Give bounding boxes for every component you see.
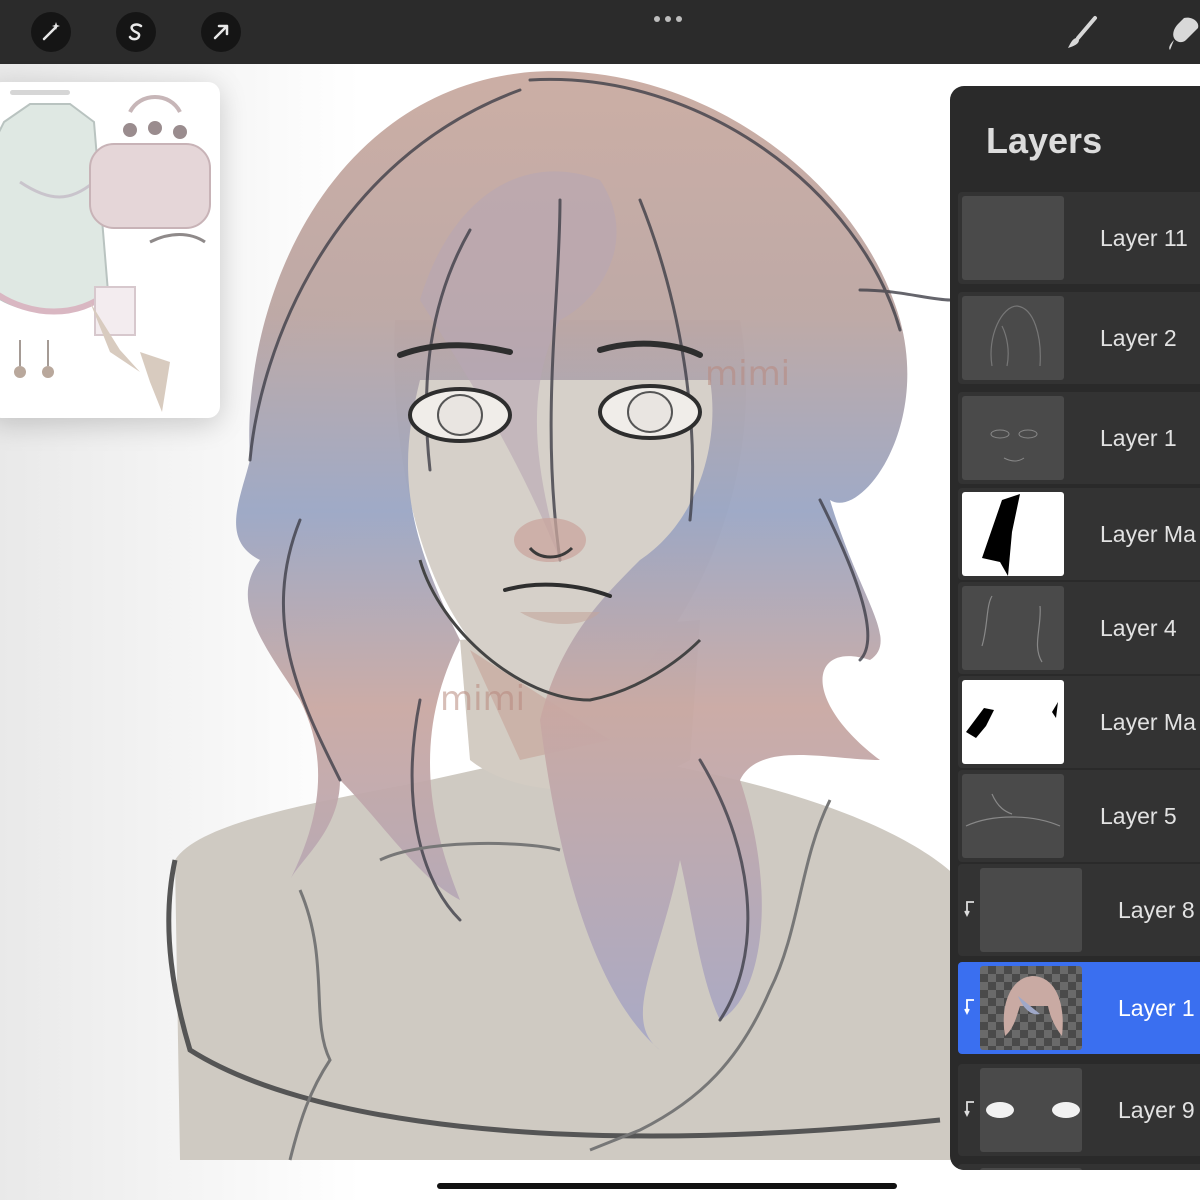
transform-arrow-icon[interactable]: [201, 12, 241, 52]
clipping-mask-icon: [964, 999, 974, 1016]
layer-row[interactable]: Layer Ma: [958, 676, 1200, 768]
layer-row-selected[interactable]: Layer 1: [958, 962, 1200, 1054]
watermark-bottom: mimi: [440, 679, 525, 719]
layer-name: Layer Ma: [1100, 521, 1196, 547]
layer-name: Layer Ma: [1100, 709, 1196, 735]
layer-thumbnail: [962, 586, 1064, 670]
reference-image: [0, 95, 211, 412]
layer-name: Layer 5: [1100, 803, 1177, 829]
clipping-mask-icon: [964, 901, 974, 918]
layer-row[interactable]: [958, 1164, 1200, 1170]
layer-row[interactable]: Layer 4: [958, 582, 1200, 674]
layer-row[interactable]: Layer Ma: [958, 488, 1200, 580]
layer-row[interactable]: Layer 5: [958, 770, 1200, 862]
reference-panel[interactable]: [0, 82, 220, 418]
layer-thumbnail: [980, 1168, 1082, 1170]
layer-row[interactable]: Layer 1: [958, 392, 1200, 484]
more-options-icon[interactable]: [648, 12, 688, 26]
layer-name: Layer 8: [1118, 897, 1195, 923]
layer-mask-thumbnail: [962, 492, 1064, 576]
clipping-mask-icon: [964, 1101, 974, 1118]
layer-thumbnail: [980, 1068, 1082, 1152]
layer-name: Layer 4: [1100, 615, 1177, 641]
layer-row[interactable]: Layer 8: [958, 864, 1200, 956]
layer-row[interactable]: Layer 9: [958, 1064, 1200, 1156]
selection-icon[interactable]: [116, 12, 156, 52]
reference-drag-handle[interactable]: [10, 90, 70, 95]
layer-name: Layer 1: [1118, 995, 1195, 1021]
layer-row[interactable]: Layer 11: [958, 192, 1200, 284]
magic-wand-icon[interactable]: [31, 12, 71, 52]
layers-panel-title: Layers: [986, 120, 1103, 161]
layer-thumbnail: [962, 774, 1064, 858]
layer-name: Layer 1: [1100, 425, 1177, 451]
layer-name: Layer 9: [1118, 1097, 1195, 1123]
layer-thumbnail: [962, 396, 1064, 480]
layer-mask-thumbnail: [962, 680, 1064, 764]
layer-name: Layer 11: [1100, 225, 1188, 251]
layer-thumbnail: [962, 196, 1064, 280]
top-toolbar: [0, 0, 1200, 64]
watermark-top: mimi: [705, 354, 790, 394]
smudge-icon[interactable]: [1164, 14, 1200, 52]
layer-thumbnail: [962, 296, 1064, 380]
home-indicator: [437, 1183, 897, 1189]
layer-thumbnail: [980, 868, 1082, 952]
layer-row[interactable]: Layer 2: [958, 292, 1200, 384]
brush-icon[interactable]: [1064, 14, 1102, 52]
layer-name: Layer 2: [1100, 325, 1177, 351]
layer-thumbnail: [980, 966, 1082, 1050]
layers-panel: Layers Layer 11 Layer 2 Layer 1 Layer Ma…: [950, 86, 1200, 1170]
